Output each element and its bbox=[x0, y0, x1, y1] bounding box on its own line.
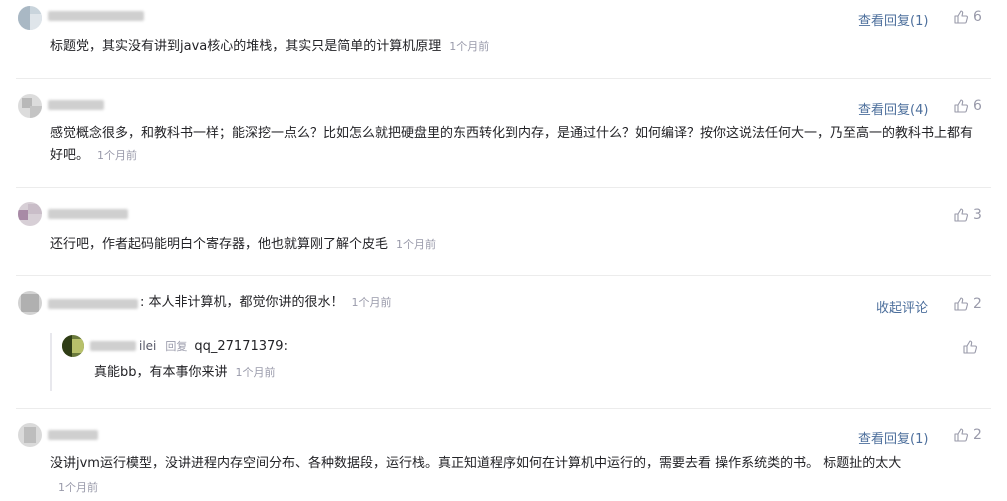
username[interactable] bbox=[48, 9, 144, 23]
reply-time: 1个月前 bbox=[235, 366, 276, 379]
comment-time: 1个月前 bbox=[449, 40, 490, 53]
reply-target-user[interactable]: qq_27171379: bbox=[194, 339, 288, 354]
like-count: 6 bbox=[973, 98, 982, 114]
thumbs-up-icon bbox=[954, 297, 968, 311]
username[interactable] bbox=[48, 428, 98, 442]
comment-content: 感觉概念很多，和教科书一样；能深挖一点么？比如怎么就把硬盘里的东西转化到内存，是… bbox=[50, 126, 974, 163]
comment-text: 标题党，其实没有讲到java核心的堆栈，其实只是简单的计算机原理 1个月前 bbox=[50, 36, 983, 58]
like-count: 2 bbox=[973, 427, 982, 443]
like-button[interactable]: 2 bbox=[953, 427, 982, 443]
comment-item: : 本人非计算机，都觉你讲的很水！ 1个月前 收起评论 2 ilei 回复 qq_… bbox=[0, 275, 1007, 408]
thumbs-up-icon bbox=[954, 428, 968, 442]
comment-item: 没讲jvm运行模型，没讲进程内存空间分布、各种数据段，运行栈。真正知道程序如何在… bbox=[0, 408, 1007, 501]
thumbs-up-icon bbox=[954, 208, 968, 222]
view-replies-link[interactable]: 查看回复(1) bbox=[858, 428, 928, 447]
like-button[interactable]: 3 bbox=[953, 207, 982, 223]
reply-label: 回复 bbox=[165, 340, 188, 353]
thumbs-up-icon bbox=[954, 99, 968, 113]
comment-content: 本人非计算机，都觉你讲的很水！ bbox=[148, 295, 344, 310]
comment-time: 1个月前 bbox=[351, 296, 392, 309]
comment-time: 1个月前 bbox=[97, 149, 138, 162]
comment-content: 标题党，其实没有讲到java核心的堆栈，其实只是简单的计算机原理 bbox=[50, 39, 442, 54]
like-button[interactable]: 2 bbox=[953, 296, 982, 312]
comment-text: 感觉概念很多，和教科书一样；能深挖一点么？比如怎么就把硬盘里的东西转化到内存，是… bbox=[50, 123, 983, 167]
thumbs-up-icon bbox=[954, 10, 968, 24]
comment-time: 1个月前 bbox=[396, 238, 437, 251]
avatar[interactable] bbox=[18, 202, 42, 226]
like-count: 6 bbox=[973, 9, 982, 25]
reply-text: 真能bb，有本事你来讲 1个月前 bbox=[94, 363, 276, 383]
comment-content: 还行吧，作者起码能明白个寄存器，他也就算刚了解个皮毛 bbox=[50, 237, 389, 252]
view-replies-link[interactable]: 查看回复(4) bbox=[858, 99, 928, 118]
view-replies-link[interactable]: 查看回复(1) bbox=[858, 10, 928, 29]
reply-username-suffix: ilei bbox=[139, 339, 157, 353]
comment-time: 1个月前 bbox=[58, 481, 98, 494]
avatar[interactable] bbox=[62, 335, 84, 357]
avatar[interactable] bbox=[18, 423, 42, 447]
reply-username[interactable]: ilei 回复 qq_27171379: bbox=[90, 339, 288, 354]
avatar[interactable] bbox=[18, 291, 42, 315]
comment-text: : 本人非计算机，都觉你讲的很水！ 1个月前 bbox=[140, 295, 392, 310]
username[interactable] bbox=[48, 98, 104, 112]
comment-text: 还行吧，作者起码能明白个寄存器，他也就算刚了解个皮毛 1个月前 bbox=[50, 234, 983, 256]
like-count: 2 bbox=[973, 296, 982, 312]
like-button[interactable]: 6 bbox=[953, 9, 982, 25]
comment-content: 没讲jvm运行模型，没讲进程内存空间分布、各种数据段，运行栈。真正知道程序如何在… bbox=[50, 456, 902, 471]
collapse-comments-link[interactable]: 收起评论 bbox=[876, 297, 928, 316]
avatar[interactable] bbox=[18, 6, 42, 30]
comment-item: 标题党，其实没有讲到java核心的堆栈，其实只是简单的计算机原理 1个月前 查看回… bbox=[0, 0, 1007, 78]
reply-like-button[interactable] bbox=[962, 339, 978, 355]
comment-item: 还行吧，作者起码能明白个寄存器，他也就算刚了解个皮毛 1个月前 3 bbox=[0, 187, 1007, 275]
comment-item: 感觉概念很多，和教科书一样；能深挖一点么？比如怎么就把硬盘里的东西转化到内存，是… bbox=[0, 78, 1007, 187]
username[interactable] bbox=[48, 207, 128, 221]
thumbs-up-icon bbox=[963, 340, 977, 354]
reply-content: 真能bb，有本事你来讲 bbox=[94, 365, 228, 380]
avatar[interactable] bbox=[18, 94, 42, 118]
comment-text: 没讲jvm运行模型，没讲进程内存空间分布、各种数据段，运行栈。真正知道程序如何在… bbox=[50, 453, 983, 475]
like-count: 3 bbox=[973, 207, 982, 223]
nested-reply: ilei 回复 qq_27171379: 真能bb，有本事你来讲 1个月前 bbox=[50, 333, 995, 391]
like-button[interactable]: 6 bbox=[953, 98, 982, 114]
username[interactable] bbox=[48, 297, 138, 311]
